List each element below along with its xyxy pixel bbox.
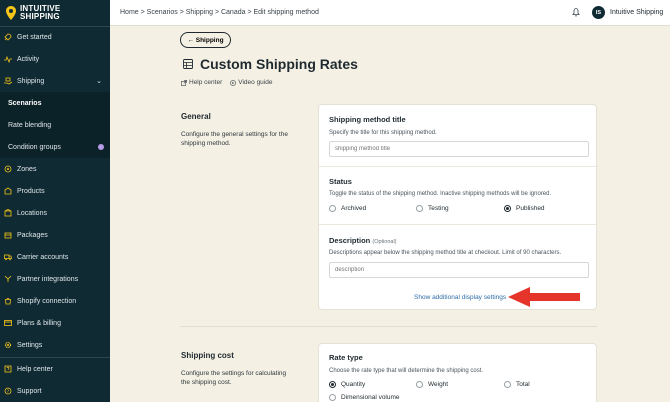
gear-icon xyxy=(4,341,12,349)
radio-selected-icon xyxy=(504,205,511,212)
brand-logo[interactable]: INTUITIVE SHIPPING xyxy=(0,0,110,26)
bell-icon[interactable] xyxy=(571,7,581,17)
shipping-hand-icon xyxy=(4,77,12,85)
status-radio-archived[interactable]: Archived xyxy=(329,205,366,212)
sidebar-item-support[interactable]: ? Support xyxy=(0,380,110,402)
status-help: Toggle the status of the shipping method… xyxy=(329,191,552,197)
status-label: Status xyxy=(329,177,352,186)
chevron-down-icon[interactable]: ⌄ xyxy=(96,77,102,85)
general-heading: General xyxy=(181,112,211,121)
shipping-cost-description: Configure the settings for calculating t… xyxy=(181,370,287,386)
back-to-shipping-button[interactable]: ← Shipping xyxy=(180,32,231,48)
sidebar-subitem-rate-blending[interactable]: Rate blending xyxy=(0,114,110,136)
method-title-label: Shipping method title xyxy=(329,115,406,124)
general-description: Configure the general settings for the s… xyxy=(181,131,288,147)
sidebar-subitem-scenarios[interactable]: Scenarios xyxy=(0,92,110,114)
method-title-input[interactable] xyxy=(329,141,589,157)
truck-icon xyxy=(4,253,12,261)
top-bar: Home > Scenarios > Shipping > Canada > E… xyxy=(110,0,670,26)
sidebar-item-shopify-connection[interactable]: Shopify connection xyxy=(0,290,110,312)
section-divider xyxy=(180,326,597,327)
billing-icon xyxy=(4,319,12,327)
radio-icon xyxy=(416,381,423,388)
radio-icon xyxy=(329,205,336,212)
packages-icon xyxy=(4,231,12,239)
page-title: Custom Shipping Rates xyxy=(200,56,358,72)
brand-name: INTUITIVE SHIPPING xyxy=(20,4,61,21)
breadcrumb[interactable]: Home > Scenarios > Shipping > Canada > E… xyxy=(120,9,319,16)
show-additional-settings-link[interactable]: Show additional display settings xyxy=(414,294,506,301)
description-help: Descriptions appear below the shipping m… xyxy=(329,250,562,256)
rate-type-radio-quantity[interactable]: Quantity xyxy=(329,381,365,388)
rate-type-help: Choose the rate type that will determine… xyxy=(329,368,484,374)
radio-selected-icon xyxy=(329,381,336,388)
help-center-link[interactable]: Help center xyxy=(181,79,222,86)
rocket-icon xyxy=(4,33,12,41)
zones-icon xyxy=(4,165,12,173)
external-link-icon xyxy=(181,79,187,86)
shopify-icon xyxy=(4,297,12,305)
support-icon: ? xyxy=(4,387,12,395)
general-card: Shipping method title Specify the title … xyxy=(318,104,598,310)
sidebar-item-activity[interactable]: Activity xyxy=(0,48,110,70)
shipping-cost-card: Rate type Choose the rate type that will… xyxy=(318,343,597,402)
method-title-help: Specify the title for this shipping meth… xyxy=(329,130,437,136)
video-guide-link[interactable]: Video guide xyxy=(230,79,272,86)
user-name[interactable]: Intuitive Shipping xyxy=(610,9,663,16)
sidebar-item-locations[interactable]: Locations xyxy=(0,202,110,224)
help-icon xyxy=(4,365,12,373)
rate-type-radio-total[interactable]: Total xyxy=(504,381,530,388)
rate-type-label: Rate type xyxy=(329,353,363,362)
play-circle-icon xyxy=(230,79,237,86)
sidebar-item-packages[interactable]: Packages xyxy=(0,224,110,246)
sidebar-item-products[interactable]: Products xyxy=(0,180,110,202)
radio-icon xyxy=(416,205,423,212)
avatar[interactable]: IS xyxy=(592,6,605,19)
sidebar-item-zones[interactable]: Zones xyxy=(0,158,110,180)
radio-icon xyxy=(329,394,336,401)
locations-icon xyxy=(4,209,12,217)
new-badge-icon xyxy=(98,144,104,150)
activity-icon xyxy=(4,55,12,63)
status-radio-testing[interactable]: Testing xyxy=(416,205,449,212)
sidebar: INTUITIVE SHIPPING Get started Activity … xyxy=(0,0,110,402)
card-divider xyxy=(319,166,598,167)
products-icon xyxy=(4,187,12,195)
description-label: Description (Optional) xyxy=(329,236,397,245)
description-input[interactable] xyxy=(329,262,589,278)
annotation-arrow-icon xyxy=(508,287,580,307)
sidebar-item-partner-integrations[interactable]: Partner integrations xyxy=(0,268,110,290)
table-icon xyxy=(183,59,193,69)
card-divider xyxy=(319,224,598,225)
status-radio-published[interactable]: Published xyxy=(504,205,545,212)
shipping-cost-heading: Shipping cost xyxy=(181,351,234,360)
sidebar-item-settings[interactable]: Settings xyxy=(0,334,110,356)
help-links: Help center Video guide xyxy=(181,79,272,86)
sidebar-item-help-center[interactable]: Help center xyxy=(0,358,110,380)
rate-type-radio-weight[interactable]: Weight xyxy=(416,381,448,388)
rate-type-radio-dimensional-volume[interactable]: Dimensional volume xyxy=(329,394,400,401)
sidebar-item-shipping[interactable]: Shipping ⌄ xyxy=(0,70,110,92)
location-pin-icon xyxy=(6,6,16,20)
sidebar-item-get-started[interactable]: Get started xyxy=(0,26,110,48)
sidebar-item-carrier-accounts[interactable]: Carrier accounts xyxy=(0,246,110,268)
integrations-icon xyxy=(4,275,12,283)
sidebar-item-plans-billing[interactable]: Plans & billing xyxy=(0,312,110,334)
sidebar-subitem-condition-groups[interactable]: Condition groups xyxy=(0,136,110,158)
radio-icon xyxy=(504,381,511,388)
